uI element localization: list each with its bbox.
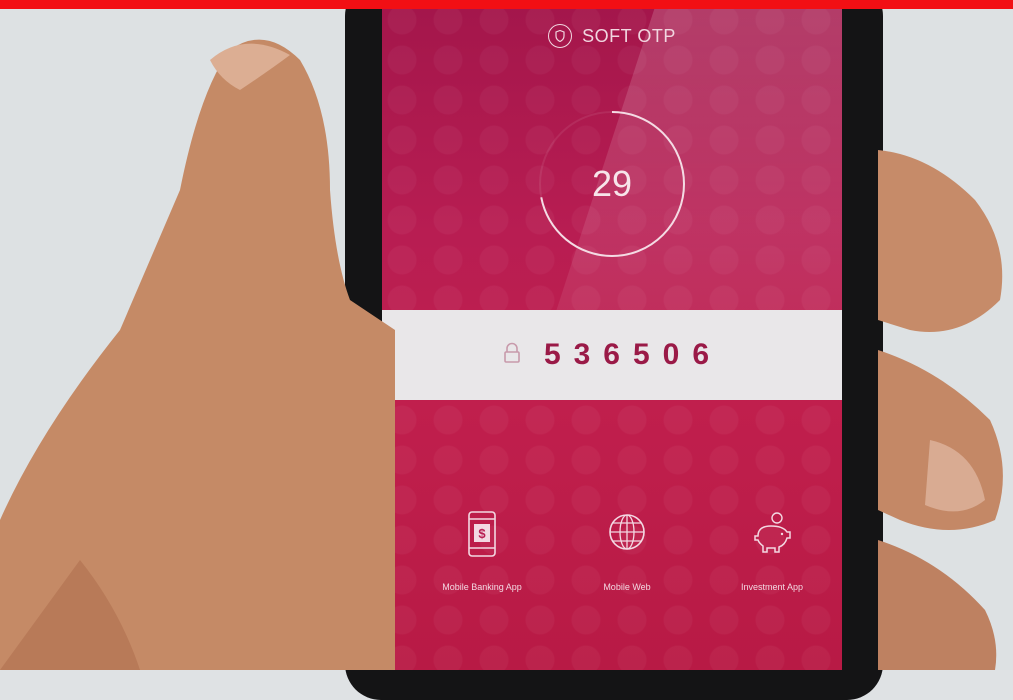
piggy-bank-icon — [754, 512, 791, 553]
mobile-dollar-icon: $ — [468, 511, 496, 557]
app-title: SOFT OTP — [582, 25, 676, 46]
otp-display: 536506 — [382, 310, 842, 400]
investment-app-button[interactable]: Investment App — [717, 510, 827, 594]
otp-code: 536506 — [543, 338, 723, 371]
lock-icon — [502, 342, 522, 369]
shield-icon — [548, 24, 573, 48]
app-header: SOFT OTP — [382, 24, 842, 48]
countdown-seconds: 29 — [591, 163, 633, 204]
top-accent-bar — [0, 0, 1013, 9]
shortcut-label: Mobile Banking App — [442, 582, 522, 592]
shortcut-label: Investment App — [740, 582, 804, 592]
globe-icon — [609, 514, 645, 550]
shortcut-row: $ Mobile Banking App Mobile Web Investme… — [427, 510, 827, 594]
svg-text:$: $ — [478, 526, 486, 541]
shortcut-label: Mobile Web — [603, 582, 651, 592]
countdown-timer: 29 — [537, 109, 687, 259]
mobile-web-button[interactable]: Mobile Web — [572, 510, 682, 594]
mobile-banking-app-button[interactable]: $ Mobile Banking App — [427, 510, 537, 594]
phone-screen: SOFT OTP 29 536506 $ Mobile Banking App … — [382, 0, 842, 670]
